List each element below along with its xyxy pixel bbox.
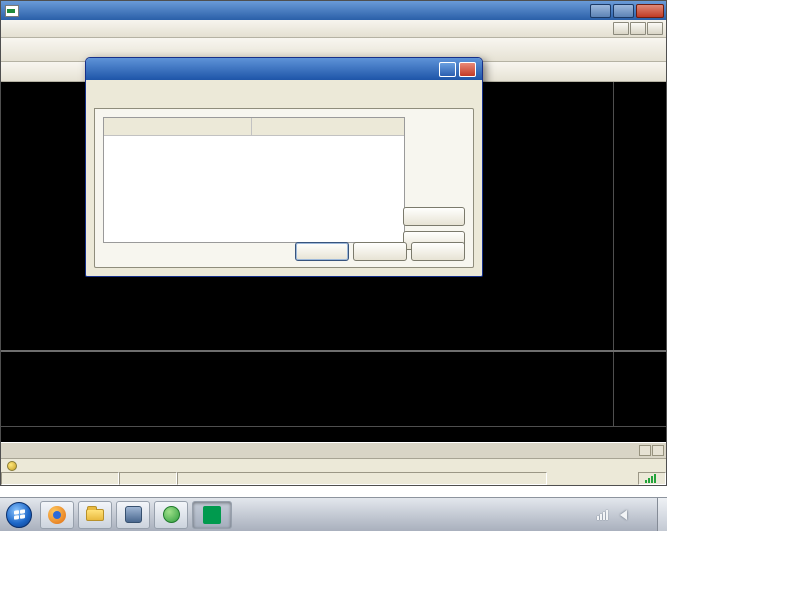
window-title-bar[interactable] <box>1 1 666 20</box>
dialog-tab-strip <box>86 80 482 86</box>
column-header-variable <box>104 118 252 135</box>
folder-icon <box>86 509 104 521</box>
load-button[interactable] <box>403 207 465 226</box>
maximize-button[interactable] <box>613 4 634 18</box>
connection-signal-icon <box>645 474 656 483</box>
menu-bar <box>1 20 666 38</box>
dialog-inputs-page <box>94 108 474 268</box>
chart-minimize-button[interactable] <box>613 22 629 35</box>
fbs-app-icon <box>203 506 221 524</box>
taskbar-fbs-terminal-button[interactable] <box>192 501 232 529</box>
indicator-axis[interactable] <box>613 352 666 426</box>
parameters-table-header <box>104 118 404 136</box>
indicator-subwindow-canvas[interactable] <box>1 352 613 426</box>
close-button[interactable] <box>636 4 664 18</box>
reset-button[interactable] <box>411 242 465 261</box>
app-chart-icon <box>5 5 19 17</box>
status-bar <box>1 472 666 485</box>
status-help-text <box>1 472 119 485</box>
tab-scroll-right-button[interactable] <box>652 445 664 456</box>
terminal-status-icon <box>7 461 17 471</box>
price-axis[interactable] <box>613 82 666 350</box>
ok-button[interactable] <box>295 242 349 261</box>
taskbar-explorer-button[interactable] <box>78 501 112 529</box>
notification-area <box>590 498 667 531</box>
time-axis[interactable] <box>1 426 666 442</box>
firefox-icon <box>48 506 66 524</box>
status-quote-text <box>177 472 547 485</box>
taskbar-app4-button[interactable] <box>154 501 188 529</box>
dialog-title-bar[interactable] <box>86 58 482 80</box>
taskbar-firefox-button[interactable] <box>40 501 74 529</box>
status-connection <box>638 472 666 485</box>
status-profile[interactable] <box>119 472 177 485</box>
show-desktop-button[interactable] <box>657 498 667 531</box>
chart-close-button[interactable] <box>647 22 663 35</box>
terminal-summary-bar <box>1 458 666 472</box>
chart-tabs-bar <box>1 442 666 458</box>
network-icon[interactable] <box>597 510 608 520</box>
parameters-table <box>103 117 405 243</box>
windows-taskbar <box>0 497 667 531</box>
start-button[interactable] <box>6 502 32 528</box>
chart-restore-button[interactable] <box>630 22 646 35</box>
windows-flag-icon <box>14 509 25 520</box>
app4-icon <box>163 506 180 523</box>
column-header-value <box>252 118 257 135</box>
dialog-close-button[interactable] <box>459 62 476 77</box>
taskbar-app3-button[interactable] <box>116 501 150 529</box>
cancel-button[interactable] <box>353 242 407 261</box>
mdi-controls <box>612 22 666 35</box>
volume-icon[interactable] <box>615 510 627 520</box>
app3-icon <box>125 506 142 523</box>
tab-scroll-buttons <box>639 445 664 456</box>
custom-indicator-dialog <box>85 57 483 277</box>
dialog-help-button[interactable] <box>439 62 456 77</box>
minimize-button[interactable] <box>590 4 611 18</box>
tab-scroll-left-button[interactable] <box>639 445 651 456</box>
